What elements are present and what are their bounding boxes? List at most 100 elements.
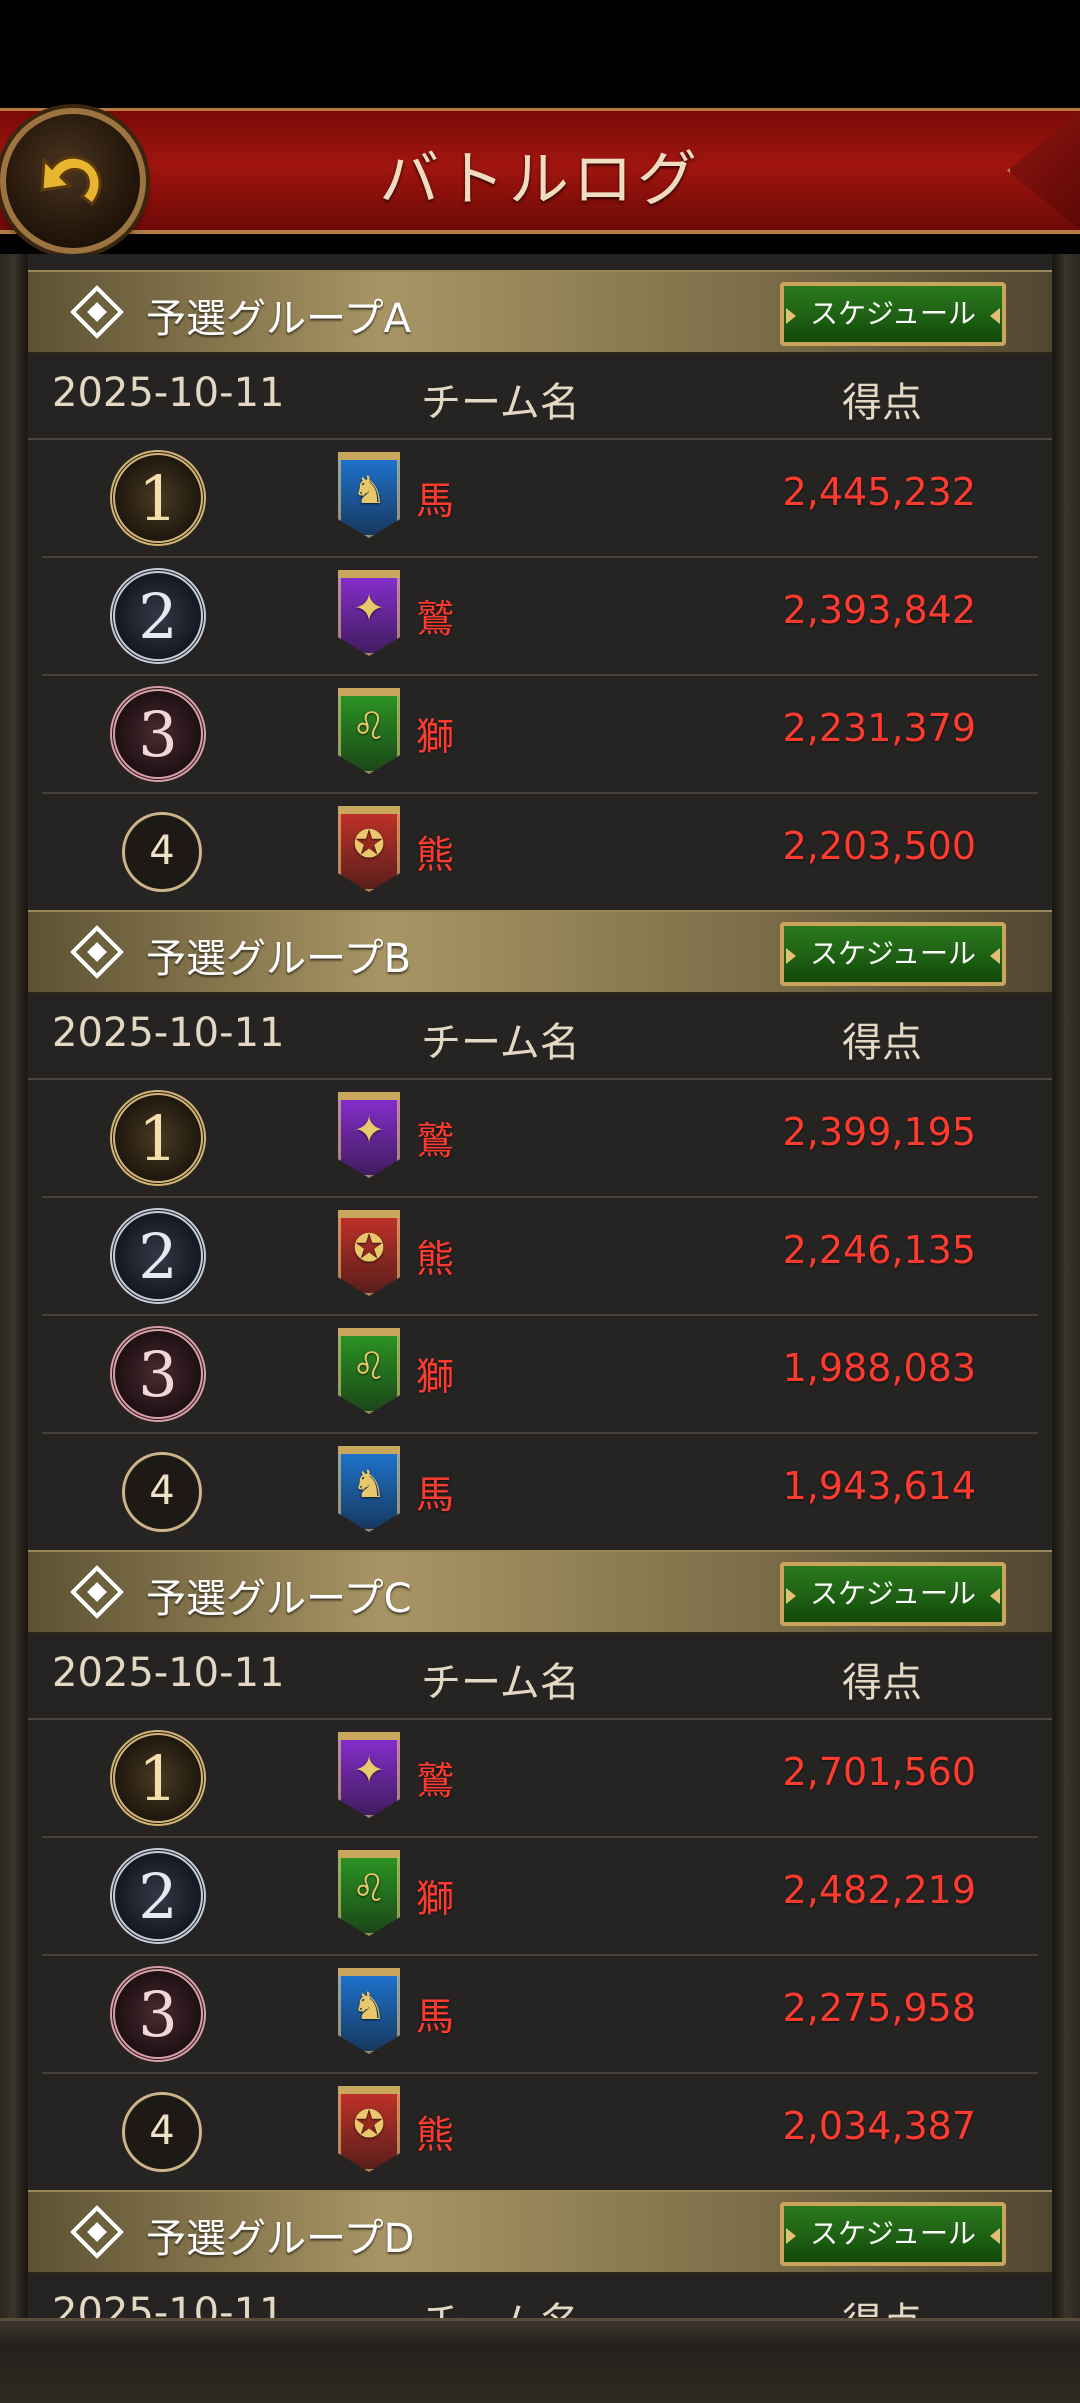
score-value: 2,701,560 xyxy=(782,1750,976,1794)
emblem-glyph: ♌ xyxy=(351,1866,387,1910)
group-header: 予選グループD スケジュール xyxy=(28,2190,1052,2274)
lion-emblem-icon: ♌ xyxy=(338,1328,400,1414)
group-header: 予選グループB スケジュール xyxy=(28,910,1052,994)
rank-laurel-icon: 1 xyxy=(110,1090,206,1186)
back-button[interactable] xyxy=(0,108,146,254)
score-value: 2,246,135 xyxy=(782,1228,976,1272)
group-name: 予選グループA xyxy=(146,296,411,342)
table-row: 4 ♞ 馬 1,943,614 xyxy=(42,1432,1038,1552)
score-column-label: 得点 xyxy=(842,1660,922,1706)
emblem-glyph: ✦ xyxy=(353,1748,385,1792)
team-name: 熊 xyxy=(416,833,455,877)
bear-emblem-icon: ✪ xyxy=(338,1210,400,1296)
emblem-glyph: ✦ xyxy=(353,1108,385,1152)
rank-badge-icon: 4 xyxy=(122,2092,202,2172)
team-name: 馬 xyxy=(416,479,455,523)
rank-laurel-icon: 1 xyxy=(110,1730,206,1826)
group-header: 予選グループA スケジュール xyxy=(28,270,1052,354)
table-row: 1 ✦ 鷲 2,701,560 xyxy=(42,1718,1038,1838)
table-row: 2 ✪ 熊 2,246,135 xyxy=(42,1196,1038,1316)
group-header: 予選グループC スケジュール xyxy=(28,1550,1052,1634)
diamond-icon xyxy=(70,285,124,339)
rank-laurel-icon: 2 xyxy=(110,568,206,664)
table-row: 2 ♌ 獅 2,482,219 xyxy=(42,1836,1038,1956)
table-row: 3 ♞ 馬 2,275,958 xyxy=(42,1954,1038,2074)
score-column-label: 得点 xyxy=(842,2290,922,2318)
emblem-glyph: ✦ xyxy=(353,586,385,630)
column-header-row: 2025-10-11 チーム名 得点 xyxy=(28,1634,1052,1720)
score-value: 1,988,083 xyxy=(782,1346,976,1390)
group-date: 2025-10-11 xyxy=(52,370,285,416)
table-row: 2 ✦ 鷲 2,393,842 xyxy=(42,556,1038,676)
emblem-glyph: ♌ xyxy=(351,704,387,748)
rank-badge-icon: 4 xyxy=(122,1452,202,1532)
back-arrow-icon xyxy=(40,155,102,207)
eagle-emblem-icon: ✦ xyxy=(338,1092,400,1178)
lion-emblem-icon: ♌ xyxy=(338,1850,400,1936)
group-date: 2025-10-11 xyxy=(52,1650,285,1696)
group-name: 予選グループD xyxy=(146,2216,415,2262)
score-value: 2,231,379 xyxy=(782,706,976,750)
schedule-button[interactable]: スケジュール xyxy=(780,1562,1006,1626)
bear-emblem-icon: ✪ xyxy=(338,2086,400,2172)
team-column-label: チーム名 xyxy=(421,1020,580,1066)
rank-laurel-icon: 2 xyxy=(110,1848,206,1944)
team-name: 馬 xyxy=(416,1995,455,2039)
eagle-emblem-icon: ✦ xyxy=(338,1732,400,1818)
score-value: 2,445,232 xyxy=(782,470,976,514)
title-banner: バトルログ xyxy=(0,108,1080,234)
rank-laurel-icon: 3 xyxy=(110,1966,206,2062)
team-column-label: チーム名 xyxy=(421,380,580,426)
score-column-label: 得点 xyxy=(842,1020,922,1066)
team-name: 熊 xyxy=(416,2113,455,2157)
team-name: 馬 xyxy=(416,1473,455,1517)
battle-log-list[interactable]: 予選グループA スケジュール 2025-10-11 チーム名 得点 1 ♞ 馬 2,445,23… xyxy=(28,254,1052,2318)
emblem-glyph: ✪ xyxy=(353,1226,385,1270)
bear-emblem-icon: ✪ xyxy=(338,806,400,892)
score-value: 1,943,614 xyxy=(782,1464,976,1508)
bottom-frame-bar xyxy=(0,2318,1080,2403)
emblem-glyph: ♞ xyxy=(351,468,387,512)
team-name: 鷲 xyxy=(416,1759,455,1803)
score-value: 2,393,842 xyxy=(782,588,976,632)
emblem-glyph: ♞ xyxy=(351,1984,387,2028)
rank-badge-icon: 4 xyxy=(122,812,202,892)
schedule-button[interactable]: スケジュール xyxy=(780,2202,1006,2266)
score-column-label: 得点 xyxy=(842,380,922,426)
diamond-icon xyxy=(70,925,124,979)
team-name: 獅 xyxy=(416,1355,455,1399)
emblem-glyph: ♞ xyxy=(351,1462,387,1506)
horse-emblem-icon: ♞ xyxy=(338,452,400,538)
table-row: 1 ✦ 鷲 2,399,195 xyxy=(42,1078,1038,1198)
column-header-row: 2025-10-11 チーム名 得点 xyxy=(28,2274,1052,2318)
table-row: 3 ♌ 獅 2,231,379 xyxy=(42,674,1038,794)
group-name: 予選グループC xyxy=(146,1576,412,1622)
column-header-row: 2025-10-11 チーム名 得点 xyxy=(28,994,1052,1080)
lion-emblem-icon: ♌ xyxy=(338,688,400,774)
score-value: 2,034,387 xyxy=(782,2104,976,2148)
score-value: 2,399,195 xyxy=(782,1110,976,1154)
group-date: 2025-10-11 xyxy=(52,2290,285,2318)
team-column-label: チーム名 xyxy=(421,2290,580,2318)
team-column-label: チーム名 xyxy=(421,1660,580,1706)
team-name: 熊 xyxy=(416,1237,455,1281)
team-name: 獅 xyxy=(416,715,455,759)
team-name: 鷲 xyxy=(416,1119,455,1163)
table-row: 4 ✪ 熊 2,203,500 xyxy=(42,792,1038,912)
table-row: 4 ✪ 熊 2,034,387 xyxy=(42,2072,1038,2192)
diamond-icon xyxy=(70,2205,124,2259)
emblem-glyph: ♌ xyxy=(351,1344,387,1388)
horse-emblem-icon: ♞ xyxy=(338,1446,400,1532)
rank-laurel-icon: 3 xyxy=(110,1326,206,1422)
score-value: 2,482,219 xyxy=(782,1868,976,1912)
team-name: 鷲 xyxy=(416,597,455,641)
score-value: 2,203,500 xyxy=(782,824,976,868)
rank-laurel-icon: 2 xyxy=(110,1208,206,1304)
diamond-icon xyxy=(70,1565,124,1619)
group-name: 予選グループB xyxy=(146,936,412,982)
emblem-glyph: ✪ xyxy=(353,822,385,866)
table-row: 1 ♞ 馬 2,445,232 xyxy=(42,438,1038,558)
schedule-button[interactable]: スケジュール xyxy=(780,922,1006,986)
schedule-button[interactable]: スケジュール xyxy=(780,282,1006,346)
group-date: 2025-10-11 xyxy=(52,1010,285,1056)
